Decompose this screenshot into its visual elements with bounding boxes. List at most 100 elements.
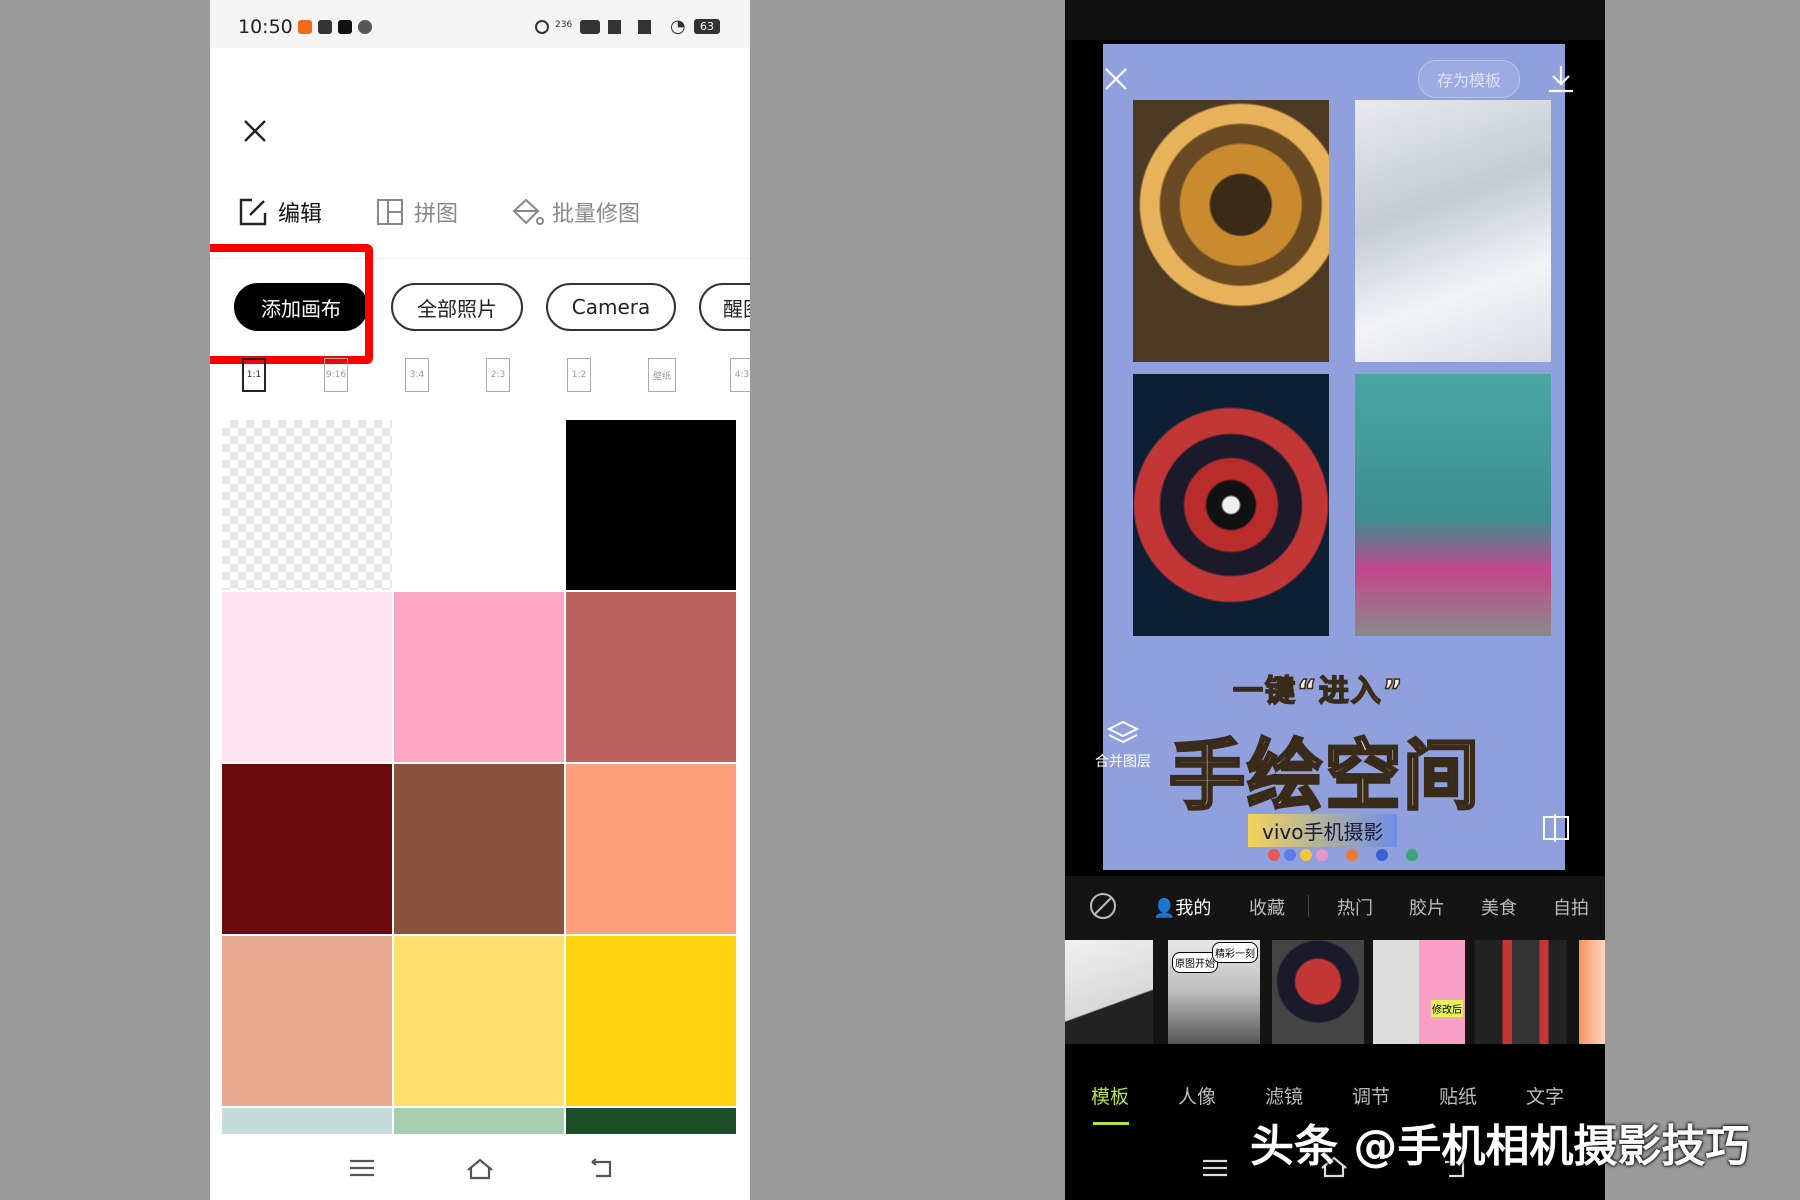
- tab-collage-label: 拼图: [414, 202, 459, 227]
- category-film[interactable]: 胶片: [1409, 894, 1445, 920]
- color-swatch[interactable]: [566, 1108, 736, 1134]
- template-canvas[interactable]: 存为模板 一键“进入” 手绘空间 vivo手机摄影 合并图层: [1095, 44, 1573, 870]
- tab-adjust[interactable]: 调节: [1352, 1082, 1390, 1109]
- tab-batch-edit[interactable]: 批量修图: [510, 192, 640, 232]
- watermark: 头条 @手机相机摄影技巧: [1250, 1121, 1750, 1172]
- tab-text[interactable]: 文字: [1526, 1082, 1564, 1109]
- hd-icon: [580, 20, 600, 34]
- color-swatch[interactable]: [566, 420, 736, 590]
- back-icon: [591, 1158, 612, 1178]
- category-mine-label: 我的: [1175, 898, 1212, 919]
- ratio-2-3[interactable]: 2:3: [486, 358, 510, 392]
- thumbnail-label: 修改后: [1431, 1000, 1463, 1017]
- template-thumbnail[interactable]: [1475, 940, 1567, 1044]
- compare-icon: [1554, 814, 1556, 842]
- category-hot[interactable]: 热门: [1337, 894, 1373, 920]
- color-dot: [1284, 849, 1296, 861]
- category-mine[interactable]: 👤我的: [1153, 894, 1211, 920]
- menu-icon: [1203, 1159, 1227, 1177]
- merge-layers-button[interactable]: 合并图层: [1093, 719, 1153, 771]
- template-thumbnail[interactable]: 原图开始 精彩一刻: [1168, 940, 1260, 1044]
- message-icon: [358, 20, 372, 34]
- tab-batch-edit-label: 批量修图: [552, 202, 641, 227]
- save-template-button[interactable]: 存为模板: [1418, 60, 1520, 98]
- signal-5g-icon: [638, 20, 660, 34]
- home-nav-button[interactable]: [466, 1158, 494, 1184]
- color-dot: [1268, 849, 1280, 861]
- category-divider: [1308, 895, 1309, 917]
- layers-icon: [1106, 720, 1140, 744]
- color-dot: [1316, 849, 1328, 861]
- color-swatch[interactable]: [566, 936, 736, 1106]
- tiktok-icon: [338, 20, 352, 34]
- color-swatch[interactable]: [394, 592, 564, 762]
- left-phone-screen: 10:50 236 ◔ 63 编辑 拼图 批量修图 添加画布 全部照片 Came…: [210, 0, 750, 1200]
- ratio-3-4[interactable]: 3:4: [405, 358, 429, 392]
- signal-5g-icon: [608, 20, 630, 34]
- all-photos-pill[interactable]: 全部照片: [391, 283, 523, 331]
- compare-button[interactable]: [1543, 814, 1569, 842]
- color-swatch[interactable]: [566, 764, 736, 934]
- ratio-9-16[interactable]: 9:16: [324, 358, 348, 392]
- menu-icon: [350, 1159, 374, 1177]
- color-swatch[interactable]: [222, 764, 392, 934]
- battery-icon: 63: [694, 19, 720, 34]
- color-swatch[interactable]: [222, 936, 392, 1106]
- poster-title: 手绘空间: [1168, 730, 1481, 822]
- tab-sticker[interactable]: 贴纸: [1439, 1082, 1477, 1109]
- color-swatch[interactable]: [394, 1108, 564, 1134]
- color-dot: [1346, 849, 1358, 861]
- ratio-wallpaper[interactable]: 壁纸: [648, 358, 676, 392]
- user-icon: 👤: [1153, 898, 1176, 919]
- color-dot: [1406, 849, 1418, 861]
- template-thumbnail[interactable]: 修改后: [1373, 940, 1465, 1044]
- tab-filter[interactable]: 滤镜: [1265, 1082, 1303, 1109]
- network-speed: 236: [555, 20, 573, 30]
- color-dot: [1376, 849, 1388, 861]
- collage-photo[interactable]: [1355, 374, 1551, 636]
- color-swatch[interactable]: [566, 592, 736, 762]
- tab-template[interactable]: 模板: [1091, 1082, 1129, 1109]
- back-nav-button[interactable]: [588, 1158, 614, 1184]
- category-selfie[interactable]: 自拍: [1553, 894, 1589, 920]
- color-swatch[interactable]: [394, 764, 564, 934]
- close-button[interactable]: [1103, 66, 1129, 96]
- download-button[interactable]: [1547, 64, 1575, 98]
- menu-nav-button[interactable]: [1203, 1158, 1227, 1182]
- color-dot: [1300, 849, 1312, 861]
- xingtu-pill[interactable]: 醒图: [699, 283, 750, 331]
- no-template-button[interactable]: [1089, 892, 1117, 924]
- alarm-icon: [535, 20, 549, 34]
- category-favorites[interactable]: 收藏: [1249, 894, 1285, 920]
- template-thumbnail[interactable]: [1272, 940, 1364, 1044]
- close-icon: [1105, 68, 1127, 90]
- color-swatch[interactable]: [222, 420, 392, 590]
- camera-pill[interactable]: Camera: [546, 283, 676, 331]
- tab-portrait[interactable]: 人像: [1178, 1082, 1216, 1109]
- template-thumbnail[interactable]: [1065, 940, 1153, 1044]
- collage-photo[interactable]: [1355, 100, 1551, 362]
- highlight-box: [210, 244, 373, 364]
- collage-photo[interactable]: [1133, 100, 1329, 362]
- collage-icon: [377, 199, 403, 225]
- ratio-4-3[interactable]: 4:3: [730, 358, 750, 392]
- color-swatch[interactable]: [222, 592, 392, 762]
- color-swatch[interactable]: [394, 936, 564, 1106]
- category-food[interactable]: 美食: [1481, 894, 1517, 920]
- menu-nav-button[interactable]: [350, 1158, 374, 1182]
- ratio-1-1[interactable]: 1:1: [242, 358, 266, 392]
- tab-collage[interactable]: 拼图: [376, 192, 458, 232]
- template-thumbnail[interactable]: [1579, 940, 1605, 1044]
- color-dots: [1268, 849, 1432, 861]
- color-swatch[interactable]: [394, 420, 564, 590]
- thumbnail-label: 精彩一刻: [1212, 942, 1258, 963]
- close-button[interactable]: [242, 118, 268, 148]
- collage-photo[interactable]: [1133, 374, 1329, 636]
- ratio-1-2[interactable]: 1:2: [567, 358, 591, 392]
- wifi-icon: ◔: [670, 16, 686, 37]
- color-swatch[interactable]: [222, 1108, 392, 1134]
- merge-layers-label: 合并图层: [1095, 754, 1151, 770]
- download-icon: [1549, 66, 1573, 93]
- status-time: 10:50: [238, 16, 293, 38]
- tab-edit[interactable]: 编辑: [238, 192, 322, 232]
